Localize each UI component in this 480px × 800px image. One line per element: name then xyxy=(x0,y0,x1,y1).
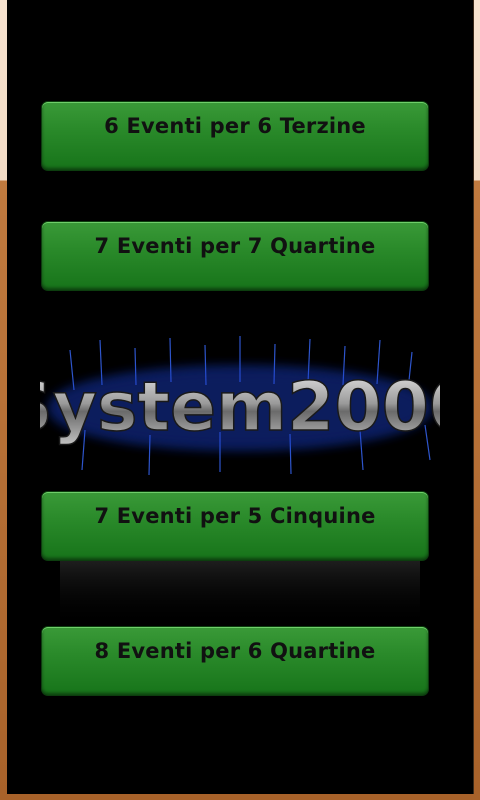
button-7-eventi-5-cinquine[interactable]: 7 Eventi per 5 Cinquine xyxy=(42,492,428,560)
system2000-logo: System2000 xyxy=(40,336,440,476)
logo-reflection xyxy=(60,556,420,626)
button-6-eventi-6-terzine[interactable]: 6 Eventi per 6 Terzine xyxy=(42,102,428,170)
button-label: 6 Eventi per 6 Terzine xyxy=(104,114,366,138)
button-8-eventi-6-quartine[interactable]: 8 Eventi per 6 Quartine xyxy=(42,627,428,695)
button-label: 8 Eventi per 6 Quartine xyxy=(94,639,376,663)
logo-text: System2000 xyxy=(40,368,440,447)
button-label: 7 Eventi per 7 Quartine xyxy=(94,234,376,258)
button-7-eventi-7-quartine[interactable]: 7 Eventi per 7 Quartine xyxy=(42,222,428,290)
button-label: 7 Eventi per 5 Cinquine xyxy=(94,504,376,528)
